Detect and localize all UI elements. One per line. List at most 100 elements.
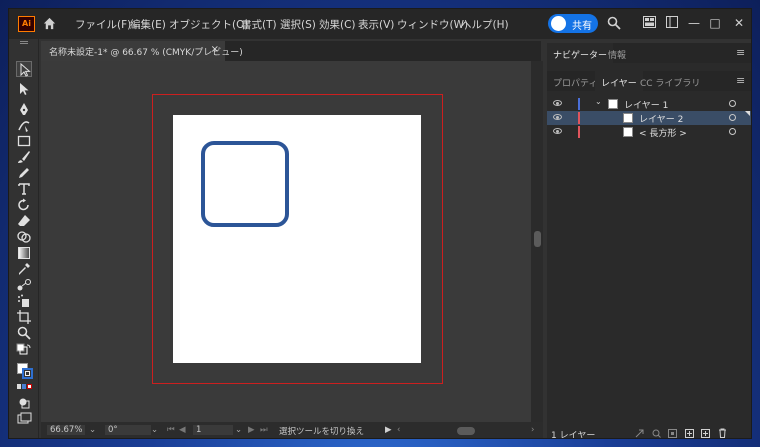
vertical-scrollbar[interactable]	[531, 61, 543, 422]
menu-object[interactable]: オブジェクト(O)	[169, 17, 248, 32]
paintbrush-tool-icon[interactable]	[16, 149, 32, 165]
menu-file[interactable]: ファイル(F)	[75, 17, 131, 32]
tab-cc-libraries[interactable]: CC ライブラリ	[640, 76, 700, 89]
rotation-angle[interactable]: 0°	[105, 425, 151, 435]
eyedropper-tool-icon[interactable]	[16, 261, 32, 277]
draw-mode-icon[interactable]	[16, 395, 32, 411]
layer-row[interactable]: < 長方形 >	[547, 125, 751, 139]
layer-name[interactable]: < 長方形 >	[639, 126, 687, 139]
panel-tabbar-layers: プロパティ レイヤー CC ライブラリ ≡	[547, 71, 751, 91]
layer-thumbnail	[608, 99, 618, 109]
edit-toolbar-icon[interactable]: •••	[17, 435, 38, 438]
rotation-dropdown-icon[interactable]: ⌄	[151, 425, 158, 435]
screen-mode-icon[interactable]	[16, 411, 32, 427]
previous-artboard-icon[interactable]: ◀	[179, 425, 186, 435]
gradient-tool-icon[interactable]	[16, 245, 32, 261]
close-button[interactable]: ✕	[730, 14, 748, 32]
scroll-left-icon[interactable]: ‹	[397, 425, 400, 435]
last-artboard-icon[interactable]: ⏭	[260, 425, 268, 435]
layers-footer: 1 レイヤー	[547, 428, 751, 439]
tab-properties[interactable]: プロパティ	[553, 76, 597, 89]
trash-icon[interactable]	[718, 428, 727, 438]
layer-name[interactable]: レイヤー 2	[639, 112, 683, 125]
rounded-rectangle-shape[interactable]	[201, 141, 289, 227]
artboard-number[interactable]: 1	[193, 425, 233, 435]
locate-object-icon[interactable]	[652, 429, 661, 438]
eraser-tool-icon[interactable]	[16, 213, 32, 229]
zoom-dropdown-icon[interactable]: ⌄	[89, 425, 96, 435]
eye-icon[interactable]	[553, 100, 562, 106]
tools-panel: •••	[9, 39, 39, 438]
right-panels: ナビゲーター 情報 ≡ プロパティ レイヤー CC ライブラリ ≡ ⌄ レイヤー…	[547, 43, 751, 439]
menu-type[interactable]: 書式(T)	[241, 17, 277, 32]
toolbar-grip[interactable]	[20, 41, 28, 44]
menu-select[interactable]: 選択(S)	[280, 17, 316, 32]
layer-name[interactable]: レイヤー 1	[624, 98, 668, 111]
layer-color	[578, 126, 580, 138]
direct-selection-tool-icon[interactable]	[16, 81, 32, 97]
horizontal-scrollbar-thumb[interactable]	[457, 427, 475, 435]
layers-menu-icon[interactable]: ≡	[736, 74, 745, 87]
selection-tool-icon[interactable]	[16, 61, 32, 77]
menu-view[interactable]: 表示(V)	[358, 17, 394, 32]
panel-tabbar-top: ナビゲーター 情報 ≡	[547, 43, 751, 63]
symbol-sprayer-tool-icon[interactable]	[16, 293, 32, 309]
export-icon[interactable]	[635, 429, 644, 438]
artboard-tool-icon[interactable]	[16, 309, 32, 325]
document-tab[interactable]: 名称未設定-1* @ 66.67 % (CMYK/プレビュー) ×	[41, 41, 243, 61]
layer-row[interactable]: レイヤー 2	[547, 111, 751, 125]
layer-color	[578, 98, 580, 110]
search-icon[interactable]	[607, 16, 621, 30]
panel-menu-icon[interactable]: ≡	[736, 46, 745, 59]
scrollbar-thumb[interactable]	[534, 231, 541, 247]
new-layer-icon[interactable]	[701, 429, 710, 438]
share-button[interactable]: 共有	[548, 14, 598, 33]
minimize-button[interactable]: —	[685, 14, 703, 32]
pencil-tool-icon[interactable]	[16, 165, 32, 181]
menu-window[interactable]: ウィンドウ(W)	[397, 17, 468, 32]
layer-count: 1 レイヤー	[551, 431, 596, 439]
fill-stroke-icon[interactable]	[17, 363, 33, 379]
tab-layers[interactable]: レイヤー	[595, 71, 643, 91]
zoom-level[interactable]: 66.67%	[47, 425, 86, 435]
menu-edit[interactable]: 編集(E)	[130, 17, 166, 32]
menu-effect[interactable]: 効果(C)	[319, 17, 356, 32]
workspace-icon[interactable]	[666, 16, 678, 28]
default-colors-icon[interactable]	[16, 343, 32, 359]
menu-help[interactable]: ヘルプ(H)	[461, 17, 509, 32]
rotate-tool-icon[interactable]	[16, 197, 32, 213]
target-icon[interactable]	[729, 100, 736, 107]
status-menu-icon[interactable]: ▶	[385, 425, 392, 435]
target-icon[interactable]	[729, 114, 736, 121]
shape-builder-tool-icon[interactable]	[16, 229, 32, 245]
artboard[interactable]	[173, 115, 421, 363]
type-tool-icon[interactable]	[16, 181, 32, 197]
target-icon[interactable]	[729, 128, 736, 135]
layer-row[interactable]: ⌄ レイヤー 1	[547, 97, 751, 111]
clipping-mask-icon[interactable]	[668, 429, 677, 438]
eye-icon[interactable]	[553, 114, 562, 120]
tab-info[interactable]: 情報	[608, 48, 626, 61]
rectangle-tool-icon[interactable]	[16, 133, 32, 149]
menu-bar: Ai ファイル(F) 編集(E) オブジェクト(O) 書式(T) 選択(S) 効…	[9, 9, 751, 39]
eye-icon[interactable]	[553, 128, 562, 134]
arrange-documents-icon[interactable]	[643, 16, 656, 28]
new-sublayer-icon[interactable]	[685, 429, 694, 438]
close-tab-icon[interactable]: ×	[211, 44, 219, 55]
canvas-area[interactable]	[41, 61, 531, 422]
pen-tool-icon[interactable]	[16, 101, 32, 117]
curvature-tool-icon[interactable]	[16, 117, 32, 133]
layer-color	[578, 112, 580, 124]
color-mode-icons[interactable]	[17, 384, 33, 390]
home-icon[interactable]	[42, 16, 57, 31]
zoom-tool-icon[interactable]	[16, 325, 32, 341]
chevron-down-icon[interactable]: ⌄	[595, 97, 602, 106]
tool-hint: 選択ツールを切り換え	[279, 427, 365, 437]
blend-tool-icon[interactable]	[16, 277, 32, 293]
next-artboard-icon[interactable]: ▶	[248, 425, 255, 435]
tab-navigator[interactable]: ナビゲーター	[547, 43, 614, 63]
artboard-dropdown-icon[interactable]: ⌄	[235, 425, 242, 435]
maximize-button[interactable]: □	[706, 14, 724, 32]
first-artboard-icon[interactable]: ⏮	[167, 425, 175, 435]
scroll-right-icon[interactable]: ›	[531, 425, 534, 435]
